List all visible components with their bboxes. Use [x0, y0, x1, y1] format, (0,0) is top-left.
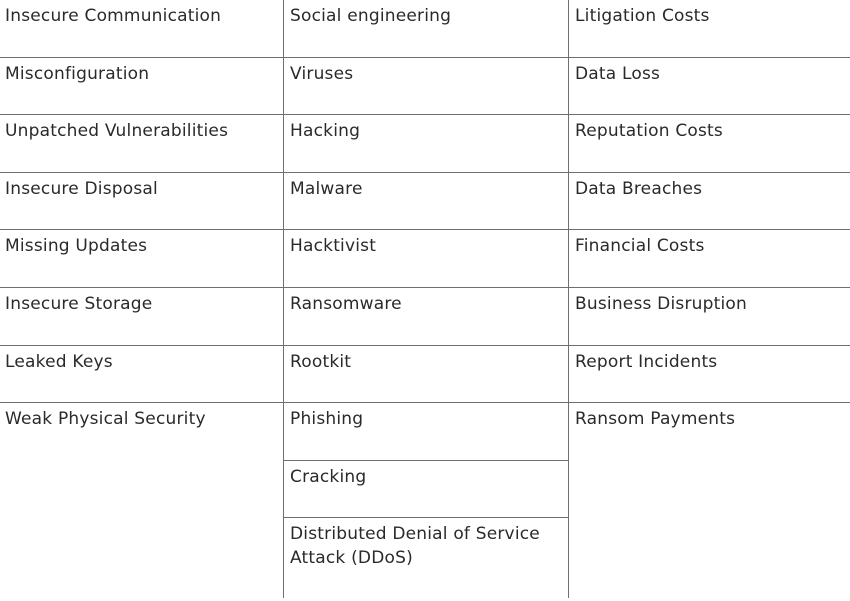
table-cell: Reputation Costs	[569, 115, 850, 173]
table-cell: Missing Updates	[0, 230, 283, 288]
table-cell: Ransomware	[284, 288, 568, 346]
table-cell: Insecure Communication	[0, 0, 283, 58]
table-cell: Hacktivist	[284, 230, 568, 288]
data-table: Insecure Communication Misconfiguration …	[0, 0, 850, 598]
table-cell: Ransom Payments	[575, 409, 736, 430]
table-cell: Distributed Denial of Service Attack (DD…	[290, 524, 540, 569]
table-cell: Unpatched Vulnerabilities	[0, 115, 283, 173]
table-column-2: Social engineering Viruses Hacking Malwa…	[283, 0, 568, 598]
table-cell: Malware	[284, 173, 568, 231]
table-column-1: Insecure Communication Misconfiguration …	[0, 0, 283, 598]
table-cell: Hacking	[284, 115, 568, 173]
table-cell: Insecure Disposal	[0, 173, 283, 231]
table-cell: Cracking	[284, 461, 568, 519]
table-cell: Phishing	[284, 403, 568, 461]
table-cell: Litigation Costs	[569, 0, 850, 58]
table-cell: Data Loss	[569, 58, 850, 116]
table-cell: Viruses	[284, 58, 568, 116]
table-cell: Financial Costs	[569, 230, 850, 288]
table-cell: Business Disruption	[569, 288, 850, 346]
table-cell: Misconfiguration	[0, 58, 283, 116]
table-cell: Leaked Keys	[0, 346, 283, 404]
table-cell: Insecure Storage	[0, 288, 283, 346]
table-cell: Rootkit	[284, 346, 568, 404]
table-cell: Data Breaches	[569, 173, 850, 231]
table-cell: Weak Physical Security	[5, 409, 206, 430]
table-column-3: Litigation Costs Data Loss Reputation Co…	[568, 0, 850, 598]
table-cell: Social engineering	[284, 0, 568, 58]
table-cell: Report Incidents	[569, 346, 850, 404]
